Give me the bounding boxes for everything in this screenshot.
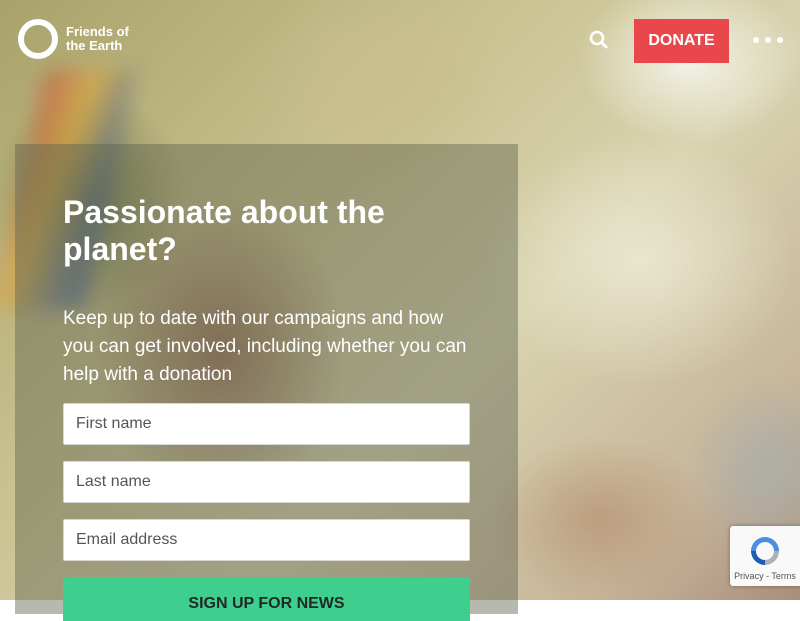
donate-button[interactable]: DONATE [634,19,729,63]
recaptcha-links: Privacy - Terms [730,571,800,581]
logo-line-1: Friends of [66,24,129,39]
recaptcha-icon [751,537,779,565]
logo-ring-icon [18,19,58,59]
site-logo[interactable]: Friends of the Earth [18,19,146,59]
search-button[interactable] [588,29,610,51]
logo-line-2: the Earth [66,38,123,53]
logo-text: Friends of the Earth [66,25,146,53]
recaptcha-terms-link[interactable]: Terms [771,571,796,581]
signup-heading: Passionate about the planet? [63,194,385,267]
newsletter-signup-card: Passionate about the planet? Keep up to … [15,144,518,621]
first-name-field[interactable] [63,403,470,445]
recaptcha-badge[interactable]: Privacy - Terms [730,526,800,586]
search-icon [589,30,608,49]
signup-description: Keep up to date with our campaigns and h… [63,308,467,385]
more-menu-button[interactable] [753,34,783,46]
email-field[interactable] [63,519,470,561]
site-header: Friends of the Earth DONATE [0,0,800,80]
sign-up-button[interactable]: SIGN UP FOR NEWS [63,577,470,621]
recaptcha-privacy-link[interactable]: Privacy [734,571,764,581]
more-dots-icon [753,37,759,43]
last-name-field[interactable] [63,461,470,503]
more-dots-icon [765,37,771,43]
more-dots-icon [777,37,783,43]
